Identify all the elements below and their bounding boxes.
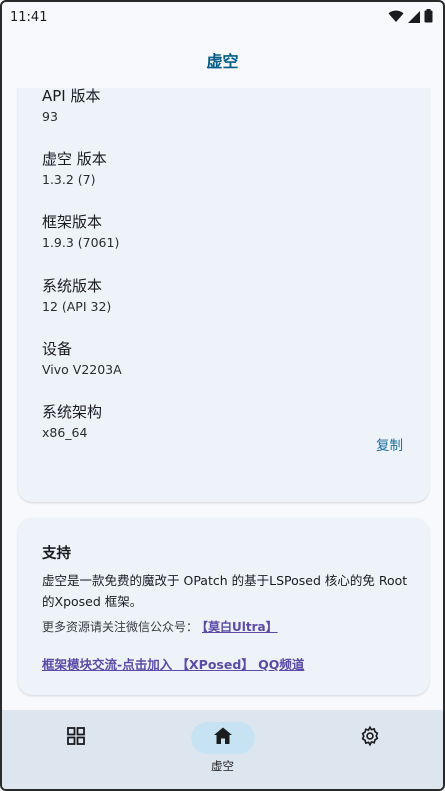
wechat-row: 更多资源请关注微信公众号： 【莫白Ultra】	[42, 618, 278, 635]
wechat-prefix: 更多资源请关注微信公众号：	[42, 620, 199, 634]
info-value: 12 (API 32)	[42, 299, 112, 314]
info-item-api-version: API 版本 93	[42, 88, 101, 126]
info-item-framework-version: 框架版本 1.9.3 (7061)	[42, 212, 119, 252]
info-value: 1.9.3 (7061)	[42, 235, 120, 250]
info-item-device: 设备 Vivo V2203A	[42, 339, 122, 379]
info-label: API 版本	[42, 88, 101, 105]
info-label: 系统架构	[42, 403, 103, 421]
nav-item-modules[interactable]	[16, 710, 136, 758]
gear-icon	[359, 725, 381, 751]
status-bar: 11:41	[2, 2, 443, 32]
battery-icon	[424, 8, 433, 27]
signal-icon	[408, 8, 420, 27]
qq-channel-link[interactable]: 框架模块交流-点击加入 【XPosed】 QQ频道	[42, 654, 304, 673]
nav-pill	[44, 722, 108, 754]
info-value: x86_64	[42, 425, 88, 440]
nav-pill	[338, 722, 402, 754]
home-icon	[213, 726, 233, 750]
page-title: 虚空	[206, 52, 239, 71]
info-label: 设备	[42, 340, 73, 358]
support-description: 虚空是一款免费的魔改于 OPatch 的基于LSPosed 核心的免 Root …	[42, 573, 408, 609]
info-item-architecture: 系统架构 x86_64	[42, 402, 102, 442]
nav-item-settings[interactable]	[310, 710, 430, 758]
wechat-link[interactable]: 【莫白Ultra】	[202, 620, 278, 634]
info-label: 系统版本	[42, 277, 103, 295]
copy-button[interactable]: 复制	[376, 434, 403, 454]
info-value: 1.3.2 (7)	[42, 172, 96, 187]
info-value: 93	[42, 109, 58, 124]
nav-item-home[interactable]: 虚空	[163, 710, 283, 774]
info-label: 框架版本	[42, 213, 103, 231]
info-label: 虚空 版本	[42, 150, 107, 168]
info-value: Vivo V2203A	[42, 362, 122, 377]
bottom-navigation: 虚空	[2, 710, 443, 789]
info-item-app-version: 虚空 版本 1.3.2 (7)	[42, 149, 107, 189]
wifi-icon	[388, 8, 404, 27]
app-frame: 11:41 虚空 API 版本 93 虚空 版本 1.3.2 (7) 框架版本 …	[0, 0, 445, 791]
status-time: 11:41	[10, 9, 48, 25]
scroll-content[interactable]: API 版本 93 虚空 版本 1.3.2 (7) 框架版本 1.9.3 (70…	[2, 88, 443, 710]
top-app-bar: 虚空	[2, 32, 443, 88]
info-item-system-version: 系统版本 12 (API 32)	[42, 276, 111, 316]
support-title: 支持	[42, 546, 71, 562]
modules-icon	[66, 726, 86, 750]
status-icons	[388, 8, 433, 27]
nav-pill-active	[190, 722, 255, 754]
info-card: API 版本 93 虚空 版本 1.3.2 (7) 框架版本 1.9.3 (70…	[18, 88, 429, 502]
support-card: 支持 虚空是一款免费的魔改于 OPatch 的基于LSPosed 核心的免 Ro…	[18, 518, 429, 695]
nav-label: 虚空	[211, 759, 234, 773]
